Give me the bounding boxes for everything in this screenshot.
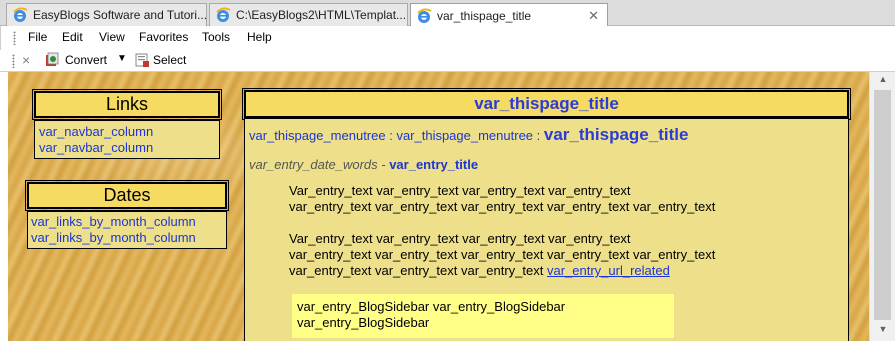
menu-edit[interactable]: Edit <box>62 30 83 44</box>
tab-easyblogs[interactable]: EasyBlogs Software and Tutori... <box>6 3 207 26</box>
entry-text-line: var_entry_text var_entry_text var_entry_… <box>289 199 716 214</box>
ie-icon <box>13 7 28 22</box>
scroll-up-icon[interactable]: ▲ <box>870 74 895 90</box>
menu-help[interactable]: Help <box>247 30 272 44</box>
toolbar-grip[interactable] <box>12 54 15 68</box>
entry-title: var_entry_title <box>389 157 479 172</box>
entry-separator: - <box>377 157 390 172</box>
navbar-link[interactable]: var_navbar_column <box>39 124 215 140</box>
tab-label: C:\EasyBlogs2\HTML\Templat... <box>236 8 407 22</box>
navbar-link[interactable]: var_navbar_column <box>39 140 215 156</box>
page-content: Links var_navbar_column var_navbar_colum… <box>8 72 869 341</box>
tab-label: var_thispage_title <box>437 8 532 23</box>
menu-favorites[interactable]: Favorites <box>139 30 188 44</box>
convert-dropdown-icon[interactable]: ▼ <box>117 53 127 64</box>
related-url-link[interactable]: var_entry_url_related <box>547 263 670 278</box>
page-title: var_thispage_title <box>242 88 851 120</box>
convert-icon <box>46 52 59 66</box>
links-box: var_navbar_column var_navbar_column <box>34 120 220 159</box>
links-box-title: Links <box>32 89 222 120</box>
breadcrumb-item[interactable]: var_thispage_menutree <box>396 128 533 143</box>
blog-sidebar-line: var_entry_BlogSidebar <box>297 315 430 330</box>
vertical-scrollbar[interactable]: ▲ ▼ <box>869 72 895 341</box>
command-bar: × Convert ▼ Select <box>0 50 895 72</box>
convert-label: Convert <box>65 53 108 67</box>
tab-template-file[interactable]: C:\EasyBlogs2\HTML\Templat... <box>209 3 408 26</box>
entry-text-line: var_entry_text var_entry_text var_entry_… <box>289 263 670 278</box>
scroll-down-icon[interactable]: ▼ <box>870 324 895 340</box>
menu-view[interactable]: View <box>99 30 125 44</box>
entry-text-line: Var_entry_text var_entry_text var_entry_… <box>289 231 631 246</box>
entry-text-line: Var_entry_text var_entry_text var_entry_… <box>289 183 631 198</box>
entry-text-paragraph: Var_entry_text var_entry_text var_entry_… <box>289 183 715 215</box>
entry-date: var_entry_date_words <box>249 157 378 172</box>
tab-label: EasyBlogs Software and Tutori... <box>33 8 207 22</box>
dates-box-title: Dates <box>25 180 229 211</box>
breadcrumb-separator: : <box>385 128 397 143</box>
blog-sidebar-line: var_entry_BlogSidebar var_entry_BlogSide… <box>297 299 566 314</box>
tab-thispage-title[interactable]: var_thispage_title ✕ <box>410 3 608 27</box>
select-icon <box>135 53 149 67</box>
close-tab-icon[interactable]: ✕ <box>588 8 599 24</box>
select-button[interactable]: Select <box>134 52 186 68</box>
menu-file[interactable]: File <box>28 30 47 44</box>
main-content: var_thispage_menutree : var_thispage_men… <box>244 118 849 341</box>
breadcrumb-current: var_thispage_title <box>543 125 689 144</box>
dates-box: var_links_by_month_column var_links_by_m… <box>27 211 227 249</box>
scrollbar-thumb[interactable] <box>874 90 891 320</box>
breadcrumb-item[interactable]: var_thispage_menutree <box>249 128 386 143</box>
tab-strip: EasyBlogs Software and Tutori... C:\Easy… <box>0 0 895 27</box>
entry-header: var_entry_date_words - var_entry_title <box>249 157 478 172</box>
links-by-month-link[interactable]: var_links_by_month_column <box>31 214 223 230</box>
select-label: Select <box>153 53 187 67</box>
breadcrumb-separator: : <box>533 128 544 143</box>
links-by-month-link[interactable]: var_links_by_month_column <box>31 230 223 246</box>
entry-text-line: var_entry_text var_entry_text var_entry_… <box>289 247 716 262</box>
ie-icon <box>216 7 231 22</box>
menu-tools[interactable]: Tools <box>202 30 230 44</box>
close-toolbar-icon[interactable]: × <box>22 52 30 68</box>
ie-icon <box>417 7 432 23</box>
convert-button[interactable]: Convert <box>45 52 107 68</box>
entry-text-paragraph: Var_entry_text var_entry_text var_entry_… <box>289 231 715 279</box>
breadcrumb: var_thispage_menutree : var_thispage_men… <box>249 125 688 145</box>
menu-bar: File Edit View Favorites Tools Help <box>0 26 895 50</box>
toolbar-grip[interactable] <box>13 31 16 45</box>
blog-sidebar: var_entry_BlogSidebar var_entry_BlogSide… <box>292 294 674 338</box>
